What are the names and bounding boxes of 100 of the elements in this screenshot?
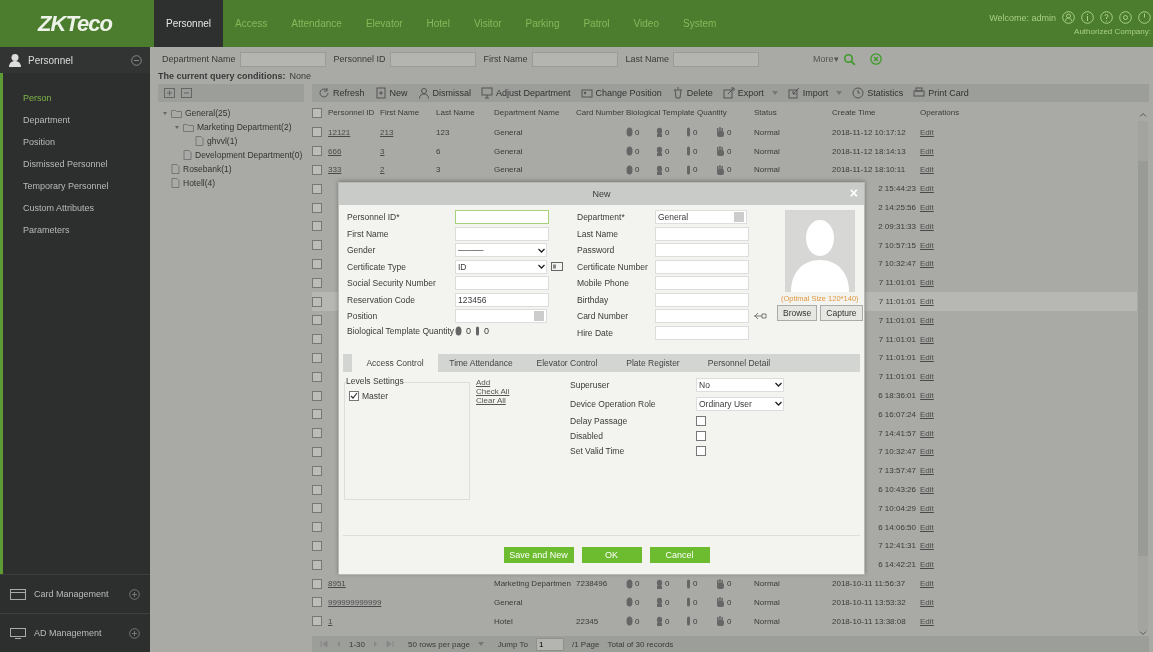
toolbar-button[interactable]: New: [374, 87, 408, 99]
nav-tab[interactable]: Hotel: [414, 0, 462, 47]
edit-link[interactable]: Edit: [920, 541, 934, 551]
search-field[interactable]: [531, 51, 618, 67]
row-checkbox[interactable]: [312, 503, 322, 514]
row-checkbox[interactable]: [312, 446, 322, 457]
page-input[interactable]: 1: [535, 637, 564, 651]
edit-link[interactable]: Edit: [920, 466, 934, 476]
toolbar-button[interactable]: Refresh: [318, 87, 365, 99]
sidebar-item[interactable]: Department: [3, 109, 150, 131]
edit-link[interactable]: Edit: [920, 579, 934, 588]
sidebar-item[interactable]: Temporary Personnel: [3, 175, 150, 197]
personnel-id-link[interactable]: 999999999999: [328, 597, 380, 607]
edit-link[interactable]: Edit: [920, 221, 934, 231]
input-field[interactable]: ID: [455, 259, 547, 274]
input-field[interactable]: General: [655, 210, 747, 224]
nav-tab[interactable]: Video: [621, 0, 671, 47]
row-checkbox[interactable]: [312, 146, 322, 157]
input-field[interactable]: [655, 226, 749, 241]
edit-link[interactable]: Edit: [920, 428, 934, 438]
toolbar-button[interactable]: Delete: [671, 87, 713, 99]
row-checkbox[interactable]: [312, 465, 322, 476]
select-field[interactable]: Ordinary User: [696, 396, 784, 411]
row-checkbox[interactable]: [312, 183, 322, 194]
photo-button[interactable]: Browse: [777, 305, 818, 321]
row-checkbox[interactable]: [312, 221, 322, 232]
level-checkbox[interactable]: [349, 390, 359, 401]
row-checkbox[interactable]: [312, 578, 322, 589]
edit-link[interactable]: Edit: [920, 240, 934, 250]
sidebar-section[interactable]: AD Management: [34, 628, 121, 638]
row-checkbox[interactable]: [312, 315, 322, 326]
edit-link[interactable]: Edit: [920, 522, 934, 532]
edit-link[interactable]: Edit: [920, 165, 934, 175]
nav-tab[interactable]: Attendance: [279, 0, 354, 47]
edit-link[interactable]: Edit: [920, 372, 934, 382]
select-field[interactable]: No: [696, 377, 784, 392]
row-checkbox[interactable]: [312, 334, 322, 345]
sidebar-item[interactable]: Dismissed Personnel: [3, 153, 150, 175]
input-field[interactable]: [655, 276, 749, 290]
sidebar-item[interactable]: Person: [3, 87, 150, 109]
photo-button[interactable]: Capture: [820, 305, 863, 321]
input-field[interactable]: [455, 226, 549, 241]
toolbar-button[interactable]: Export: [722, 87, 778, 99]
row-checkbox[interactable]: [312, 409, 322, 420]
nav-tab[interactable]: Access: [223, 0, 280, 47]
dialog-button[interactable]: OK: [581, 547, 642, 563]
first-name-link[interactable]: 3: [380, 146, 385, 156]
personnel-id-link[interactable]: 333: [328, 165, 380, 175]
input-field[interactable]: [455, 210, 549, 224]
input-field[interactable]: ———: [455, 243, 547, 257]
edit-link[interactable]: Edit: [920, 127, 934, 137]
option-checkbox[interactable]: [696, 415, 706, 426]
search-field[interactable]: [239, 51, 326, 67]
first-name-link[interactable]: 213: [380, 127, 394, 137]
input-field[interactable]: [655, 309, 749, 323]
edit-link[interactable]: Edit: [920, 485, 934, 495]
option-checkbox[interactable]: [696, 445, 706, 456]
nav-tab[interactable]: Personnel: [154, 0, 224, 47]
row-checkbox[interactable]: [312, 597, 322, 608]
edit-link[interactable]: Edit: [920, 353, 934, 363]
row-checkbox[interactable]: [312, 390, 322, 401]
tree-item[interactable]: General(25): [185, 108, 231, 118]
edit-link[interactable]: Edit: [920, 184, 934, 194]
edit-link[interactable]: Edit: [920, 203, 934, 213]
edit-link[interactable]: Edit: [920, 597, 934, 607]
sidebar-section[interactable]: Card Management: [34, 589, 121, 599]
edit-link[interactable]: Edit: [920, 334, 934, 344]
level-link[interactable]: Clear All: [476, 395, 506, 405]
input-field[interactable]: [455, 276, 549, 290]
dialog-tab[interactable]: Access Control: [352, 353, 438, 372]
edit-link[interactable]: Edit: [920, 560, 934, 570]
row-checkbox[interactable]: [312, 258, 322, 269]
row-checkbox[interactable]: [312, 352, 322, 363]
first-name-link[interactable]: 2: [380, 165, 385, 175]
search-field[interactable]: [673, 51, 760, 67]
tree-item[interactable]: Hotell(4): [183, 178, 216, 188]
toolbar-button[interactable]: Adjust Department: [481, 87, 571, 99]
edit-link[interactable]: Edit: [920, 259, 934, 269]
input-field[interactable]: 123456: [455, 292, 549, 307]
tree-item[interactable]: Rosebank(1): [183, 164, 232, 174]
input-field[interactable]: [655, 325, 749, 340]
row-checkbox[interactable]: [312, 540, 322, 551]
toolbar-button[interactable]: Import: [787, 87, 843, 99]
input-field[interactable]: [655, 243, 749, 257]
edit-link[interactable]: Edit: [920, 616, 934, 626]
row-checkbox[interactable]: [312, 484, 322, 495]
nav-tab[interactable]: Parking: [513, 0, 572, 47]
row-checkbox[interactable]: [312, 165, 322, 175]
dialog-button[interactable]: Save and New: [503, 547, 574, 563]
edit-link[interactable]: Edit: [920, 278, 934, 288]
sidebar-item[interactable]: Parameters: [3, 219, 150, 241]
edit-link[interactable]: Edit: [920, 447, 934, 457]
personnel-id-link[interactable]: 8951: [328, 579, 380, 588]
nav-tab[interactable]: System: [670, 0, 729, 47]
edit-link[interactable]: Edit: [920, 146, 934, 156]
row-checkbox[interactable]: [312, 202, 322, 213]
tree-item[interactable]: Marketing Department(2): [197, 122, 292, 132]
sidebar-item[interactable]: Custom Attributes: [3, 197, 150, 219]
nav-tab[interactable]: Visitor: [461, 0, 514, 47]
input-field[interactable]: [455, 309, 547, 323]
